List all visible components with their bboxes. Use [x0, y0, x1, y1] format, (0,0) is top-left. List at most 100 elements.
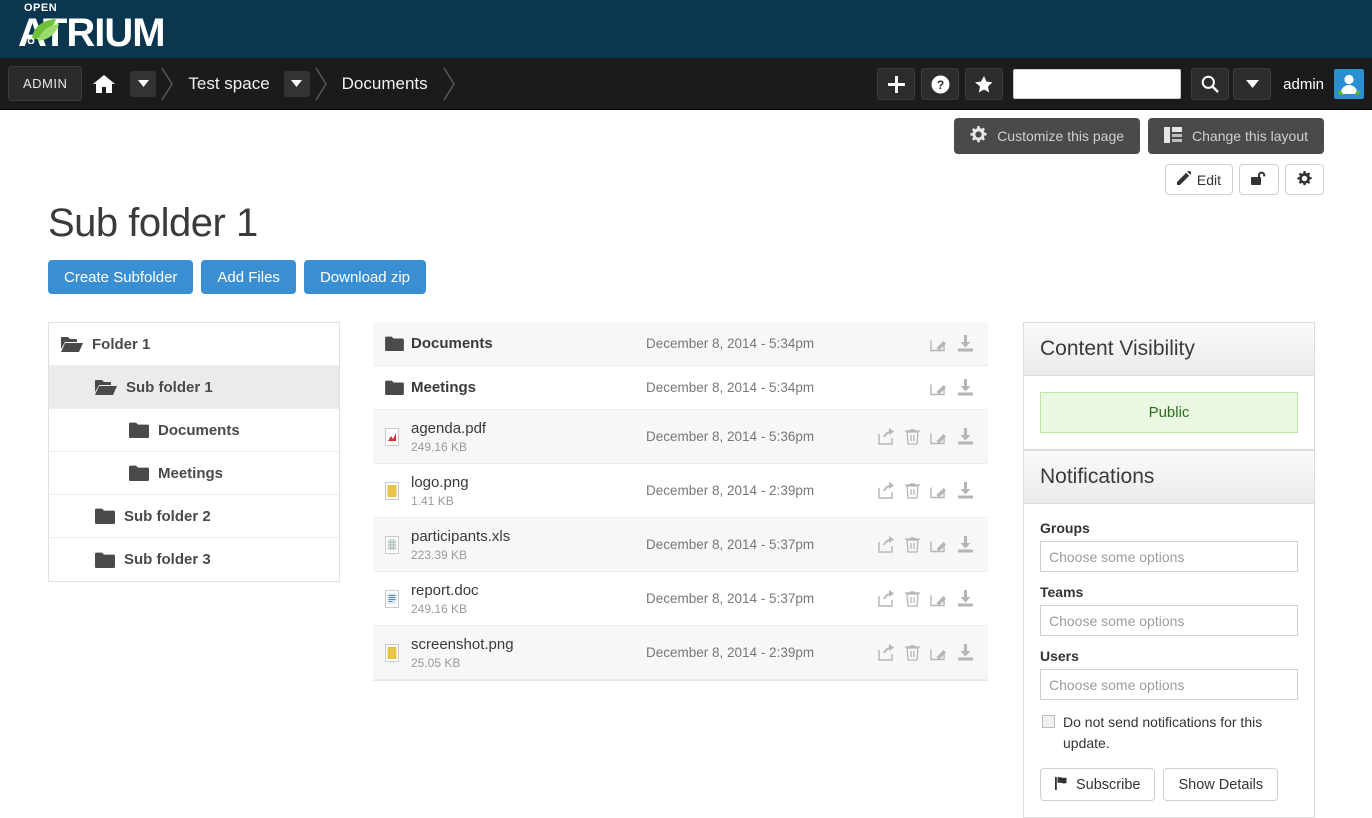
- file-date: December 8, 2014 - 5:37pm: [646, 591, 878, 606]
- suppress-notifications-row[interactable]: Do not send notifications for this updat…: [1042, 712, 1298, 754]
- user-avatar-icon[interactable]: [1334, 69, 1364, 99]
- tree-item-sub-folder-3[interactable]: Sub folder 3: [49, 538, 339, 581]
- home-icon[interactable]: [82, 73, 126, 95]
- file-name[interactable]: logo.png: [411, 474, 646, 491]
- share-icon[interactable]: [878, 644, 895, 661]
- search-icon[interactable]: [1191, 68, 1229, 100]
- teams-input[interactable]: Choose some options: [1040, 605, 1298, 636]
- tree-item-meetings[interactable]: Meetings: [49, 452, 339, 495]
- settings-button[interactable]: [1285, 164, 1324, 195]
- change-layout-button[interactable]: Change this layout: [1148, 118, 1324, 154]
- edit-button[interactable]: Edit: [1165, 164, 1233, 195]
- download-icon[interactable]: [957, 590, 974, 607]
- breadcrumb: ADMIN Test space Documents ?: [0, 58, 1372, 110]
- tree-item-sub-folder-2[interactable]: Sub folder 2: [49, 495, 339, 538]
- xls-file-icon: [385, 536, 411, 554]
- notifications-panel: Notifications Groups Choose some options…: [1023, 450, 1315, 818]
- file-name[interactable]: report.doc: [411, 582, 646, 599]
- tree-item-sub-folder-1[interactable]: Sub folder 1: [49, 366, 339, 409]
- edit-icon[interactable]: [930, 482, 947, 499]
- tree-label: Meetings: [158, 465, 223, 482]
- folder-icon: [95, 552, 115, 568]
- tree-item-documents[interactable]: Documents: [49, 409, 339, 452]
- main-content: Folder 1 Sub folder 1 Documents: [0, 294, 1372, 818]
- favorites-button[interactable]: [965, 68, 1003, 100]
- trash-icon[interactable]: [905, 428, 920, 445]
- row-actions: [878, 644, 974, 661]
- download-zip-button[interactable]: Download zip: [304, 260, 426, 294]
- file-name[interactable]: Meetings: [411, 379, 476, 396]
- content-visibility-title: Content Visibility: [1024, 323, 1314, 376]
- add-content-button[interactable]: [877, 68, 915, 100]
- lock-toggle-button[interactable]: [1239, 164, 1279, 195]
- page-header: Sub folder 1 Create Subfolder Add Files …: [0, 195, 1372, 294]
- suppress-notifications-checkbox[interactable]: [1042, 715, 1055, 728]
- trash-icon[interactable]: [905, 590, 920, 607]
- home-dropdown-caret-icon[interactable]: [130, 71, 156, 97]
- suppress-notifications-label: Do not send notifications for this updat…: [1063, 712, 1298, 754]
- table-row[interactable]: Documents December 8, 2014 - 5:34pm: [373, 322, 988, 366]
- users-label: Users: [1040, 648, 1298, 664]
- header-actions: ? admin: [871, 58, 1372, 110]
- space-dropdown-caret-icon[interactable]: [284, 71, 310, 97]
- folder-icon: [385, 380, 411, 395]
- table-row[interactable]: report.doc 249.16 KB December 8, 2014 - …: [373, 572, 988, 626]
- download-icon[interactable]: [957, 428, 974, 445]
- breadcrumb-item-space[interactable]: Test space: [178, 58, 309, 109]
- file-name[interactable]: Documents: [411, 335, 493, 352]
- breadcrumb-item-documents[interactable]: Documents: [332, 58, 438, 109]
- share-icon[interactable]: [878, 590, 895, 607]
- trash-icon[interactable]: [905, 644, 920, 661]
- file-date: December 8, 2014 - 5:37pm: [646, 537, 878, 552]
- file-name[interactable]: screenshot.png: [411, 636, 646, 653]
- create-subfolder-button[interactable]: Create Subfolder: [48, 260, 193, 294]
- download-icon[interactable]: [957, 379, 974, 396]
- customize-page-button[interactable]: Customize this page: [954, 118, 1140, 154]
- file-size: 1.41 KB: [411, 494, 646, 508]
- table-row[interactable]: participants.xls 223.39 KB December 8, 2…: [373, 518, 988, 572]
- download-icon[interactable]: [957, 536, 974, 553]
- file-date: December 8, 2014 - 2:39pm: [646, 483, 878, 498]
- trash-icon[interactable]: [905, 482, 920, 499]
- edit-icon[interactable]: [930, 335, 947, 352]
- sidebar-column: Content Visibility Public Notifications …: [1023, 322, 1315, 818]
- folder-tree: Folder 1 Sub folder 1 Documents: [48, 322, 340, 582]
- user-menu[interactable]: admin: [1283, 69, 1364, 99]
- page-action-buttons: Create Subfolder Add Files Download zip: [48, 260, 1372, 294]
- file-name[interactable]: participants.xls: [411, 528, 646, 545]
- add-files-button[interactable]: Add Files: [201, 260, 296, 294]
- groups-input[interactable]: Choose some options: [1040, 541, 1298, 572]
- edit-icon[interactable]: [930, 428, 947, 445]
- subscribe-button[interactable]: Subscribe: [1040, 768, 1155, 801]
- table-row[interactable]: agenda.pdf 249.16 KB December 8, 2014 - …: [373, 410, 988, 464]
- file-date: December 8, 2014 - 5:34pm: [646, 380, 930, 395]
- table-row[interactable]: logo.png 1.41 KB December 8, 2014 - 2:39…: [373, 464, 988, 518]
- edit-icon[interactable]: [930, 379, 947, 396]
- help-button[interactable]: ?: [921, 68, 959, 100]
- breadcrumb-home[interactable]: [82, 58, 156, 109]
- logo-open-text: OPEN: [24, 2, 57, 14]
- show-details-button[interactable]: Show Details: [1163, 768, 1278, 801]
- download-icon[interactable]: [957, 644, 974, 661]
- search-input[interactable]: [1013, 69, 1181, 99]
- share-icon[interactable]: [878, 428, 895, 445]
- edit-icon[interactable]: [930, 644, 947, 661]
- admin-badge[interactable]: ADMIN: [8, 66, 82, 101]
- edit-icon[interactable]: [930, 536, 947, 553]
- table-row[interactable]: Meetings December 8, 2014 - 5:34pm: [373, 366, 988, 410]
- share-icon[interactable]: [878, 536, 895, 553]
- users-input[interactable]: Choose some options: [1040, 669, 1298, 700]
- tree-label: Sub folder 1: [126, 379, 213, 396]
- tree-item-folder-1[interactable]: Folder 1: [49, 323, 339, 366]
- edit-icon[interactable]: [930, 590, 947, 607]
- folder-icon: [129, 465, 149, 481]
- download-icon[interactable]: [957, 335, 974, 352]
- content-visibility-body: Public: [1024, 376, 1314, 449]
- share-icon[interactable]: [878, 482, 895, 499]
- table-row[interactable]: screenshot.png 25.05 KB December 8, 2014…: [373, 626, 988, 680]
- search-dropdown-caret-icon[interactable]: [1233, 68, 1271, 100]
- user-name-label: admin: [1283, 76, 1324, 93]
- file-name[interactable]: agenda.pdf: [411, 420, 646, 437]
- download-icon[interactable]: [957, 482, 974, 499]
- trash-icon[interactable]: [905, 536, 920, 553]
